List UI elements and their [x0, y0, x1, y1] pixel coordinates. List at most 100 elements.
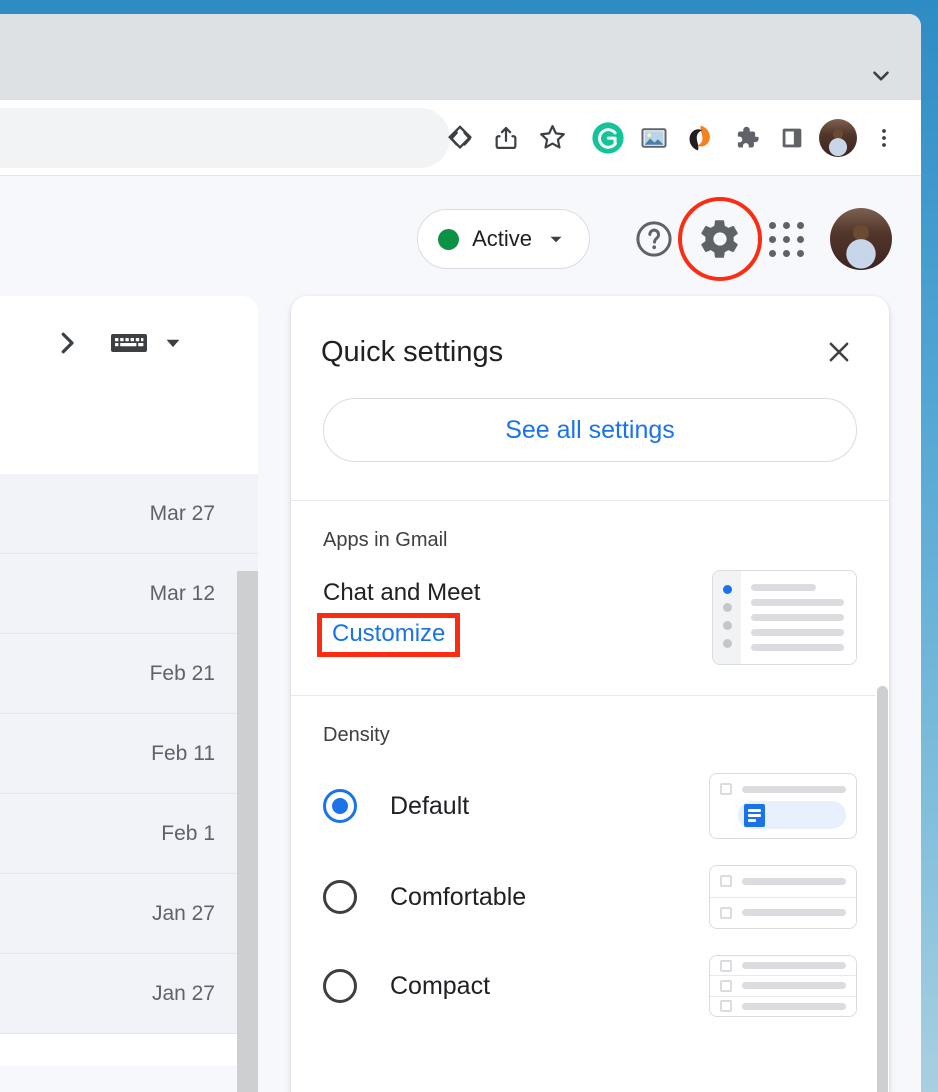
density-option-left: Comfortable — [323, 880, 526, 914]
caret-down-icon[interactable] — [162, 332, 184, 354]
customize-link[interactable]: Customize — [332, 620, 445, 647]
list-item[interactable]: Mar 27 — [0, 474, 258, 554]
list-item[interactable]: Jan 27 — [0, 954, 258, 1034]
document-icon — [744, 803, 765, 827]
mail-list-scrollbar[interactable] — [237, 571, 258, 1092]
apps-grid-dots — [768, 221, 804, 257]
list-item-date: Feb 21 — [149, 661, 215, 685]
density-section: Density Default Comfortable Compact — [291, 696, 889, 1017]
list-item[interactable]: Feb 1 — [0, 794, 258, 874]
caret-down-icon — [550, 236, 562, 243]
profile-avatar-icon[interactable] — [815, 115, 861, 161]
keyboard-shortcut-control[interactable] — [110, 330, 184, 356]
chat-and-meet-label: Chat and Meet — [323, 578, 481, 606]
preview-rail — [713, 571, 741, 664]
preview-bar — [742, 909, 846, 917]
side-panel-icon[interactable] — [769, 115, 815, 161]
checkbox-icon — [720, 906, 732, 919]
density-option-default[interactable]: Default — [323, 747, 857, 839]
density-option-comfortable[interactable]: Comfortable — [323, 839, 857, 929]
list-item-date: Jan 27 — [151, 901, 215, 925]
radio-default[interactable] — [323, 789, 357, 823]
chevron-right-icon[interactable] — [52, 328, 82, 358]
tab-search-icon[interactable] — [437, 115, 483, 161]
quick-settings-header: Quick settings — [291, 296, 889, 372]
bookmark-star-icon[interactable] — [529, 115, 575, 161]
mail-list-panel: Mar 27 Mar 12 Feb 21 Feb 11 Feb 1 Jan 27… — [0, 296, 258, 1066]
extensions-puzzle-icon[interactable] — [723, 115, 769, 161]
list-item[interactable]: Feb 11 — [0, 714, 258, 794]
chat-and-meet-text: Chat and Meet Customize — [317, 578, 481, 657]
preview-bar — [742, 785, 846, 793]
radio-compact[interactable] — [323, 969, 357, 1003]
account-avatar[interactable] — [830, 208, 892, 270]
browser-window: Active Mar 27 Mar 12 Feb 21 Feb 11 Feb 1… — [0, 14, 921, 1092]
share-icon[interactable] — [483, 115, 529, 161]
mail-date-list: Mar 27 Mar 12 Feb 21 Feb 11 Feb 1 Jan 27… — [0, 474, 258, 1034]
section-title: Density — [323, 724, 390, 746]
density-compact-preview — [709, 955, 857, 1017]
list-item-date: Mar 27 — [149, 501, 215, 525]
list-empty-space — [0, 390, 258, 474]
density-label: Comfortable — [390, 882, 527, 911]
chevron-down-icon[interactable] — [866, 61, 896, 91]
status-pill[interactable]: Active — [417, 209, 590, 269]
list-item-date: Mar 12 — [149, 581, 215, 605]
preview-bar — [742, 982, 846, 990]
screenshot-extension-icon[interactable] — [631, 115, 677, 161]
radio-comfortable[interactable] — [323, 880, 357, 914]
omnibox[interactable] — [0, 108, 450, 168]
close-icon[interactable] — [819, 332, 859, 372]
section-title: Apps in Gmail — [323, 529, 448, 551]
density-option-compact[interactable]: Compact — [323, 929, 857, 1017]
density-option-left: Default — [323, 789, 469, 823]
preview-row — [710, 783, 856, 795]
window-titlebar — [0, 14, 921, 100]
preview-lines — [741, 571, 856, 664]
quick-settings-panel: Quick settings See all settings Apps in … — [291, 296, 889, 1092]
quick-settings-scrollbar[interactable] — [875, 686, 889, 1092]
customize-highlight-annotation: Customize — [317, 612, 461, 657]
list-item[interactable]: Feb 21 — [0, 634, 258, 714]
gmail-page: Active Mar 27 Mar 12 Feb 21 Feb 11 Feb 1… — [0, 176, 921, 1092]
apps-in-gmail-section: Apps in Gmail Chat and Meet Customize — [291, 501, 889, 665]
list-toolbar — [0, 296, 258, 390]
help-circle-icon[interactable] — [626, 211, 682, 267]
density-default-preview — [709, 773, 857, 839]
checkbox-icon — [720, 959, 732, 972]
chat-and-meet-row: Chat and Meet Customize — [317, 552, 857, 665]
grammarly-extension-icon[interactable] — [585, 115, 631, 161]
preview-bar — [742, 877, 846, 885]
gmail-top-bar: Active — [0, 176, 921, 302]
chrome-menu-icon[interactable] — [861, 115, 907, 161]
scrollbar-thumb[interactable] — [877, 686, 888, 1092]
preview-selected-pill — [738, 801, 846, 829]
avatar — [819, 118, 857, 157]
swirl-extension-icon[interactable] — [677, 115, 723, 161]
density-option-left: Compact — [323, 969, 490, 1003]
list-item-date: Feb 11 — [151, 741, 215, 765]
page-title: Quick settings — [321, 335, 504, 368]
keyboard-icon[interactable] — [110, 330, 148, 356]
see-all-settings-button[interactable]: See all settings — [323, 398, 857, 462]
preview-row — [710, 995, 856, 1016]
preview-row — [710, 866, 856, 897]
preview-bar — [742, 1002, 846, 1010]
preview-bar — [742, 962, 846, 970]
list-item[interactable]: Jan 27 — [0, 874, 258, 954]
status-label: Active — [472, 226, 532, 251]
checkbox-icon — [720, 783, 732, 795]
density-label: Compact — [390, 971, 491, 1000]
apps-grid-icon[interactable] — [758, 211, 814, 267]
chat-and-meet-preview — [712, 570, 857, 665]
status-dot-icon — [438, 228, 460, 250]
list-item[interactable]: Mar 12 — [0, 554, 258, 634]
checkbox-icon — [720, 875, 732, 888]
checkbox-icon — [720, 979, 732, 992]
list-item-date: Jan 27 — [151, 981, 215, 1005]
gear-icon[interactable] — [678, 197, 762, 281]
scrollbar-thumb[interactable] — [237, 571, 258, 1092]
preview-row — [710, 896, 856, 929]
density-label: Default — [390, 791, 470, 820]
list-item-date: Feb 1 — [161, 821, 215, 845]
